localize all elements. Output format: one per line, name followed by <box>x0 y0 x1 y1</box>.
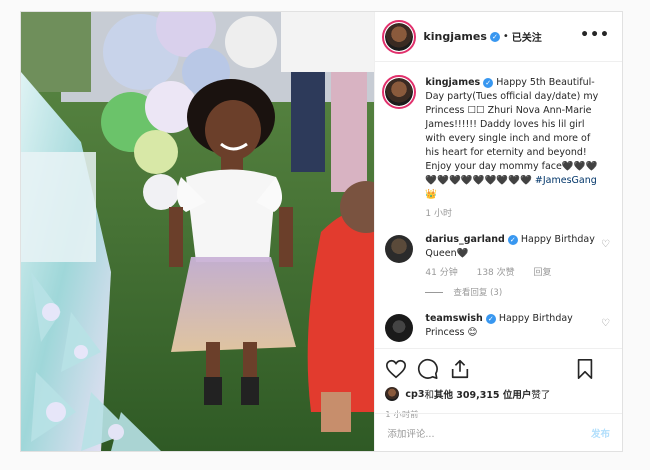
follow-status-button[interactable]: 已关注 <box>512 29 542 44</box>
likes-summary: cp3 和 其他 309,315 位用户 赞了 <box>385 387 612 401</box>
caption-username[interactable]: kingjames <box>425 77 480 88</box>
verified-badge-icon: ✓ <box>485 314 496 324</box>
party-photo-illustration <box>21 12 375 451</box>
add-comment-input[interactable]: 添加评论... <box>387 426 434 440</box>
bookmark-icon[interactable] <box>574 358 596 380</box>
commenter-avatar[interactable] <box>385 314 414 342</box>
post-actions: cp3 和 其他 309,315 位用户 赞了 1 小时前 添加评论... 发布 <box>375 348 622 451</box>
caption-row: kingjames ✓ Happy 5th Beautiful-Day party… <box>382 75 612 221</box>
likes-suffix: 赞了 <box>531 390 551 401</box>
comment-meta: 41 分钟 138 次赞 回复 <box>425 266 605 280</box>
reply-button[interactable]: 回复 <box>534 268 552 278</box>
commenter-username[interactable]: teamswish <box>425 313 482 324</box>
post-side-panel: kingjames ✓ • 已关注 ••• kingjames ✓ Happy 5… <box>374 12 622 451</box>
comment-text-block: teamswish ✓ Happy Birthday Princess 😊 <box>425 312 605 340</box>
add-comment-bar: 添加评论... 发布 <box>375 413 622 451</box>
commenter-username[interactable]: darius_garland <box>425 234 504 245</box>
likes-others-count[interactable]: 其他 309,315 位用户 <box>434 387 531 401</box>
caption-body: Happy 5th Beautiful-Day party(Tues offic… <box>425 77 599 186</box>
comment-likes[interactable]: 138 次赞 <box>477 268 515 278</box>
caption-avatar[interactable] <box>382 75 417 109</box>
verified-badge-icon: ✓ <box>507 235 518 245</box>
post-comment-button[interactable]: 发布 <box>591 426 610 440</box>
caption-text-block: kingjames ✓ Happy 5th Beautiful-Day party… <box>425 76 605 221</box>
comment-text-block: darius_garland ✓ Happy Birthday Queen🖤 41… <box>425 233 605 280</box>
caption-time: 1 小时 <box>425 209 452 219</box>
author-avatar[interactable] <box>382 19 417 54</box>
share-upload-icon[interactable] <box>449 358 471 380</box>
more-options-icon[interactable]: ••• <box>580 27 610 43</box>
verified-badge-icon: ✓ <box>489 31 500 42</box>
view-replies-button[interactable]: 查看回复 (3) <box>425 286 612 298</box>
comments-list: kingjames ✓ Happy 5th Beautiful-Day party… <box>375 62 622 348</box>
comment-row: darius_garland ✓ Happy Birthday Queen🖤 41… <box>385 233 612 280</box>
post-photo[interactable] <box>21 12 375 451</box>
comment-bubble-icon[interactable] <box>417 358 439 380</box>
likes-connector: 和 <box>424 390 434 401</box>
commenter-avatar[interactable] <box>385 235 414 263</box>
post-card: kingjames ✓ • 已关注 ••• kingjames ✓ Happy 5… <box>20 11 623 452</box>
verified-badge-icon: ✓ <box>483 78 494 88</box>
post-header: kingjames ✓ • 已关注 ••• <box>375 12 622 62</box>
action-icons-row <box>385 357 612 381</box>
liker-avatar[interactable] <box>385 387 400 401</box>
like-comment-heart-icon[interactable]: ♡ <box>601 239 610 250</box>
like-comment-heart-icon[interactable]: ♡ <box>601 318 610 329</box>
comment-row: teamswish ✓ Happy Birthday Princess 😊 ♡ <box>385 312 612 342</box>
caption-meta: 1 小时 <box>425 207 605 221</box>
like-heart-icon[interactable] <box>385 358 407 380</box>
author-username[interactable]: kingjames <box>423 30 486 43</box>
header-separator: • <box>502 31 509 42</box>
comment-time: 41 分钟 <box>425 268 458 278</box>
liker-username[interactable]: cp3 <box>405 389 424 400</box>
